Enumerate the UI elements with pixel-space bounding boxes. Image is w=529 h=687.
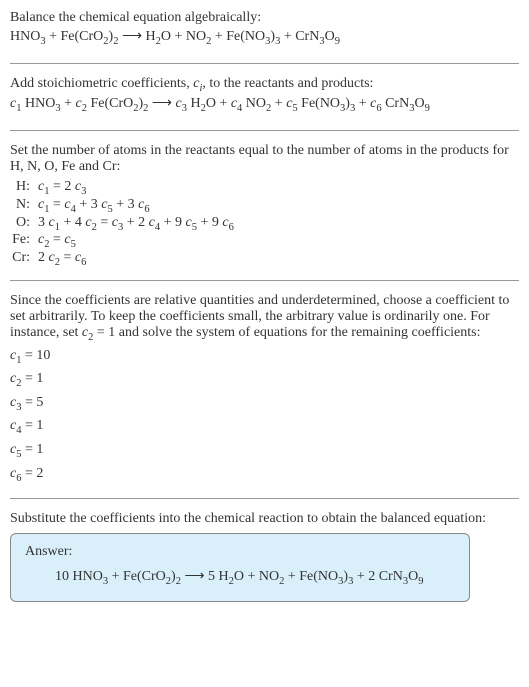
t: + 4 <box>60 215 85 230</box>
t: Fe(NO <box>298 96 340 111</box>
atom-label: N: <box>10 197 38 215</box>
t: + 2 <box>123 215 148 230</box>
sub: 9 <box>335 36 340 47</box>
intro-text: Balance the chemical equation algebraica… <box>10 10 519 26</box>
t: ⟶ 5 H <box>181 569 229 584</box>
atom-row-h: H: c1 = 2 c3 <box>10 179 234 197</box>
coeff-c3: c3 = 5 <box>10 392 519 416</box>
atom-label: Fe: <box>10 232 38 250</box>
subst-text: Substitute the coefficients into the che… <box>10 511 519 527</box>
t: O + <box>206 96 231 111</box>
t: O + NO <box>234 569 279 584</box>
eq-text: ⟶ H <box>118 29 155 44</box>
answer-label: Answer: <box>25 544 455 560</box>
t: + <box>271 96 286 111</box>
t: + 9 <box>160 215 185 230</box>
coeffs-list: c1 = 10 c2 = 1 c3 = 5 c4 = 1 c5 = 1 c6 =… <box>10 345 519 486</box>
coeff-c2: c2 = 1 <box>10 368 519 392</box>
t: + <box>61 96 76 111</box>
t: H <box>187 96 201 111</box>
divider <box>10 498 519 499</box>
coeff-c4: c4 = 1 <box>10 415 519 439</box>
t: Fe(CrO <box>87 96 133 111</box>
t: = <box>49 197 64 212</box>
coeff-c1: c1 = 10 <box>10 345 519 369</box>
t: NO <box>242 96 266 111</box>
t: 3 <box>38 215 49 230</box>
atom-label: O: <box>10 215 38 233</box>
stoich-text: Add stoichiometric coefficients, ci, to … <box>10 76 519 94</box>
t: O <box>414 96 424 111</box>
intro-section: Balance the chemical equation algebraica… <box>10 10 519 51</box>
t: = <box>60 250 75 265</box>
subst-section: Substitute the coefficients into the che… <box>10 511 519 602</box>
t: = 1 <box>21 418 43 433</box>
atom-eq: c1 = c4 + 3 c5 + 3 c6 <box>38 197 234 215</box>
sub: 6 <box>81 257 86 268</box>
atom-label: H: <box>10 179 38 197</box>
since-section: Since the coefficients are relative quan… <box>10 293 519 486</box>
atom-row-n: N: c1 = c4 + 3 c5 + 3 c6 <box>10 197 234 215</box>
coeff-c5: c5 = 1 <box>10 439 519 463</box>
t: CrN <box>382 96 410 111</box>
sub: 6 <box>144 204 149 215</box>
t: + Fe(CrO <box>108 569 166 584</box>
stoich-equation: c1 HNO3 + c2 Fe(CrO2)2 ⟶ c3 H2O + c4 NO2… <box>10 93 519 118</box>
t: O <box>408 569 418 584</box>
atoms-table: H: c1 = 2 c3 N: c1 = c4 + 3 c5 + 3 c6 O:… <box>10 179 234 268</box>
text: , to the reactants and products: <box>202 76 373 91</box>
t: = 1 and solve the system of equations fo… <box>93 325 480 340</box>
t: = 2 <box>49 179 74 194</box>
intro-equation: HNO3 + Fe(CrO2)2 ⟶ H2O + NO2 + Fe(NO3)3 … <box>10 26 519 51</box>
since-text: Since the coefficients are relative quan… <box>10 293 519 343</box>
atom-row-o: O: 3 c1 + 4 c2 = c3 + 2 c4 + 9 c5 + 9 c6 <box>10 215 234 233</box>
t: 2 <box>38 250 49 265</box>
t: ⟶ <box>148 96 175 111</box>
atom-eq: c1 = 2 c3 <box>38 179 234 197</box>
t: + 9 <box>197 215 222 230</box>
coeff-c6: c6 = 2 <box>10 463 519 487</box>
eq-text: + CrN <box>280 29 319 44</box>
t: + Fe(NO <box>284 569 338 584</box>
sub: 9 <box>425 103 430 114</box>
t: + 2 CrN <box>353 569 403 584</box>
atom-label: Cr: <box>10 250 38 268</box>
eq-text: + Fe(CrO <box>46 29 104 44</box>
divider <box>10 280 519 281</box>
eq-text: O + NO <box>161 29 206 44</box>
t: + <box>355 96 370 111</box>
t: = 1 <box>21 371 43 386</box>
t: HNO <box>21 96 55 111</box>
atom-eq: 2 c2 = c6 <box>38 250 234 268</box>
t: = 2 <box>21 466 43 481</box>
t: 10 HNO <box>55 569 103 584</box>
eq-text: HNO <box>10 29 40 44</box>
t: = 10 <box>21 348 50 363</box>
answer-box: Answer: 10 HNO3 + Fe(CrO2)2 ⟶ 5 H2O + NO… <box>10 533 470 602</box>
sub: 6 <box>229 221 234 232</box>
sub: 3 <box>81 186 86 197</box>
t: + 3 <box>113 197 138 212</box>
t: = 5 <box>21 395 43 410</box>
eq-text: + Fe(NO <box>211 29 265 44</box>
atom-row-cr: Cr: 2 c2 = c6 <box>10 250 234 268</box>
text: Add stoichiometric coefficients, <box>10 76 193 91</box>
sub: 5 <box>71 239 76 250</box>
sub: 9 <box>418 576 423 587</box>
divider <box>10 63 519 64</box>
atom-eq: c2 = c5 <box>38 232 234 250</box>
t: = <box>49 232 64 247</box>
atom-eq: 3 c1 + 4 c2 = c3 + 2 c4 + 9 c5 + 9 c6 <box>38 215 234 233</box>
t: = 1 <box>21 442 43 457</box>
t: = <box>97 215 112 230</box>
setnum-text: Set the number of atoms in the reactants… <box>10 143 519 175</box>
setnum-section: Set the number of atoms in the reactants… <box>10 143 519 268</box>
atom-row-fe: Fe: c2 = c5 <box>10 232 234 250</box>
t: + 3 <box>76 197 101 212</box>
stoich-section: Add stoichiometric coefficients, ci, to … <box>10 76 519 118</box>
eq-text: O <box>325 29 335 44</box>
answer-equation: 10 HNO3 + Fe(CrO2)2 ⟶ 5 H2O + NO2 + Fe(N… <box>25 566 455 591</box>
divider <box>10 130 519 131</box>
